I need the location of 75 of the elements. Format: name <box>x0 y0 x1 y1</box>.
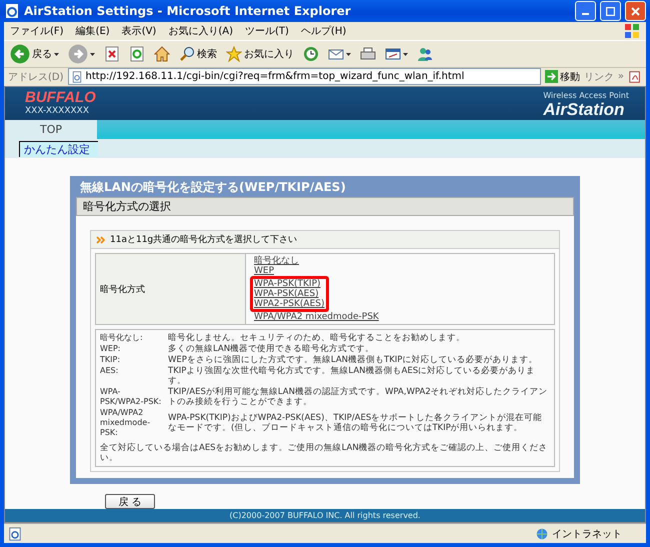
menu-item[interactable]: 表示(V) <box>122 24 156 38</box>
home-icon <box>154 46 170 62</box>
field-label: 暗号化方式 <box>100 284 145 296</box>
edit-button[interactable] <box>383 46 410 62</box>
menu-item[interactable]: ヘルプ(H) <box>300 24 346 38</box>
menu-item[interactable]: 編集(E) <box>76 24 110 38</box>
section-heading: 暗号化方式の選択 <box>76 197 574 216</box>
page-icon <box>70 70 83 82</box>
windows-flag-icon <box>624 23 640 39</box>
intranet-globe-icon <box>535 526 549 540</box>
minimize-button[interactable] <box>575 1 596 21</box>
links-more[interactable]: » <box>618 71 624 82</box>
refresh-icon <box>129 46 145 62</box>
back-button[interactable]: 戻 る <box>105 494 155 509</box>
copyright-text: (C)2000-2007 BUFFALO INC. All rights reserved. <box>230 511 420 520</box>
address-field[interactable]: http://192.168.11.1/cgi-bin/cgi?req=frm&frm=top_wizard_func_wlan_if.html <box>68 68 541 85</box>
nav-tab[interactable]: TOP <box>5 120 97 139</box>
forward-button[interactable] <box>66 44 97 64</box>
home-button[interactable] <box>152 46 172 62</box>
double-chevron-icon <box>96 236 106 244</box>
search-button[interactable]: 検索 <box>177 46 219 62</box>
zone-label: イントラネット <box>552 528 622 540</box>
menu-item[interactable]: お気に入り(A) <box>168 24 233 38</box>
stop-icon <box>104 46 120 62</box>
term-label: WPA/WPA2 mixedmode-PSK: <box>100 408 152 438</box>
menu-item[interactable]: ファイル(F) <box>10 24 64 38</box>
term-label: TKIP: <box>100 355 122 365</box>
term-label: WEP: <box>100 344 122 354</box>
term-label: AES: <box>100 366 120 377</box>
encryption-option-link[interactable]: WPA2-PSK(AES) <box>254 299 325 309</box>
go-button[interactable]: 移動 <box>544 70 580 84</box>
encryption-option-link[interactable]: 暗号化なし <box>254 256 379 266</box>
product-tagline: Wireless Access Point <box>543 91 629 100</box>
back-button[interactable]: 戻る <box>8 44 61 64</box>
encryption-option-link[interactable]: WPA-PSK(AES) <box>254 289 325 299</box>
star-icon <box>226 46 242 62</box>
magnifier-icon <box>179 46 195 62</box>
term-description: 多くの無線LAN機器で使用できる暗号化方式です。 <box>168 344 376 354</box>
print-button[interactable] <box>358 46 378 62</box>
instruction-text: 11aと11g共通の暗号化方式を選択して下さい <box>110 234 298 246</box>
address-label: アドレス(D) <box>8 70 64 84</box>
model-name: XXX-XXXXXXX <box>25 106 90 116</box>
term-description: TKIP/AESが利用可能な無線LAN機器の認証方式です。WPA,WPA2それぞれ対応したクライアントのみ接続を行うことができます。 <box>168 387 549 407</box>
ie-page-icon <box>4 3 20 19</box>
people-icon <box>417 46 433 62</box>
term-label: WPA-PSK/WPA2-PSK: <box>100 387 162 407</box>
maximize-icon <box>606 6 615 16</box>
term-description: WEPをさらに強固にした方式です。無線LAN機器側もTKIPに対応している必要があります。 <box>168 355 538 365</box>
close-icon <box>631 6 640 16</box>
maximize-button[interactable] <box>600 1 621 21</box>
encryption-option-link[interactable]: WPA/WPA2 mixedmode-PSK <box>254 312 379 322</box>
messenger-button[interactable] <box>415 46 435 62</box>
history-button[interactable] <box>301 46 321 62</box>
term-label: 暗号化なし: <box>100 333 144 343</box>
go-arrow-icon <box>544 70 558 83</box>
encryption-option-link[interactable]: WEP <box>254 266 379 276</box>
history-icon <box>303 46 319 62</box>
links-label[interactable]: リンク <box>584 70 614 84</box>
brand-logo: BUFFALO <box>25 89 96 106</box>
product-name: AirStation <box>543 100 626 120</box>
term-description: 暗号化しません。セキュリティのため、暗号化することをお勧めします。 <box>168 333 466 343</box>
term-description: TKIPより強固な次世代暗号化方式です。無線LAN機器側もAESに対応している必要があります。 <box>168 366 536 386</box>
panel-title: 無線LANの暗号化を設定する(WEP/TKIP/AES) <box>79 179 347 196</box>
window-title: AirStation Settings - Microsoft Internet Explorer <box>24 4 352 18</box>
encryption-option-link[interactable]: WPA-PSK(TKIP) <box>254 279 325 289</box>
ie-page-icon <box>8 526 22 540</box>
page-edit-icon <box>385 46 401 62</box>
favorites-button[interactable]: お気に入り <box>224 46 296 62</box>
pdf-icon <box>628 70 642 84</box>
menu-item[interactable]: ツール(T) <box>245 24 289 38</box>
close-button[interactable] <box>625 1 646 21</box>
term-description: WPA-PSK(TKIP)およびWPA2-PSK(AES)、TKIP/AESをサポートした各クライアントが混在可能なモードです。(但し、ブロードキャスト通信の暗号化についてはTKIPが用いられます。 <box>168 413 544 433</box>
subnav-link[interactable]: かんたん設定 <box>19 140 98 157</box>
printer-icon <box>360 46 376 62</box>
recommendation-note: 全て対応している場合はAESをお勧めします。ご使用の無線LAN機器の暗号化方式をご確認の上、ご使用ください。 <box>100 443 549 463</box>
